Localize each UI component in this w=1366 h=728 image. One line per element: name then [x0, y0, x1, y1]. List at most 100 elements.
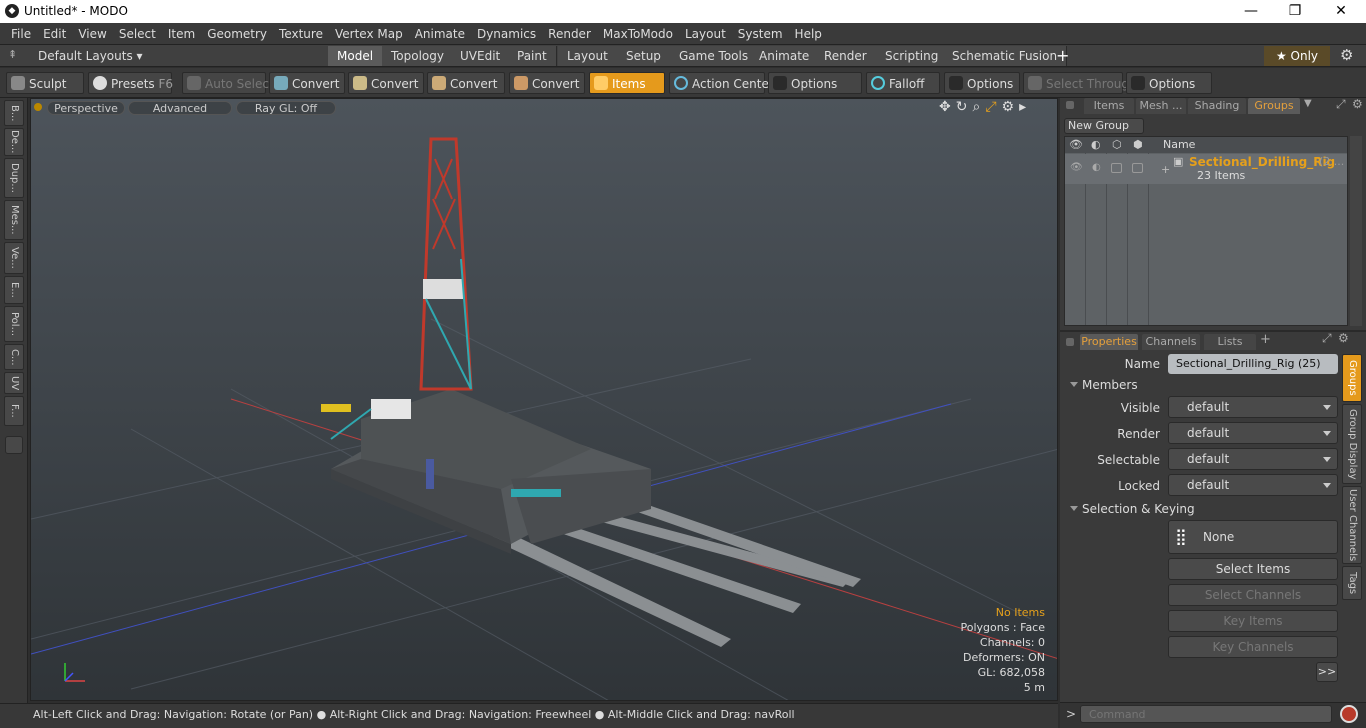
action-center-button[interactable]: Action Center [669, 72, 774, 94]
tab-items[interactable]: Items [1084, 98, 1134, 114]
tab-schematic-fusion[interactable]: Schematic Fusion [943, 46, 1068, 66]
tab-game-tools[interactable]: Game Tools [670, 46, 759, 66]
options-button-3[interactable]: Options [1126, 72, 1212, 94]
selectable-dropdown[interactable]: default [1168, 448, 1338, 470]
side-tab-groups[interactable]: Groups [1342, 354, 1362, 402]
tab-layout[interactable]: Layout [558, 46, 618, 66]
menu-texture[interactable]: Texture [273, 23, 329, 45]
only-toggle[interactable]: ★ Only [1264, 46, 1330, 66]
menu-select[interactable]: Select [113, 23, 162, 45]
items-button[interactable]: Items [589, 72, 665, 94]
menu-file[interactable]: File [5, 23, 37, 45]
left-tab-more-button[interactable] [5, 436, 23, 454]
layouts-dropdown[interactable]: Default Layouts ▾ [38, 45, 143, 67]
convert-button-3[interactable]: Convert [427, 72, 505, 94]
tab-mesh[interactable]: Mesh ... [1136, 98, 1186, 114]
tab-topology[interactable]: Topology [382, 46, 454, 66]
props-gear-icon[interactable]: ⚙ [1338, 331, 1349, 345]
menu-animate[interactable]: Animate [409, 23, 471, 45]
left-tab-mesh[interactable]: Mes... [4, 200, 24, 240]
tab-animate[interactable]: Animate [750, 46, 820, 66]
tab-setup[interactable]: Setup [617, 46, 671, 66]
lock-column-icon[interactable]: ⬡ [1112, 138, 1122, 151]
tab-dropdown-icon[interactable]: ▼ [1304, 98, 1312, 109]
tab-channels[interactable]: Channels [1142, 334, 1200, 350]
panel-gear-icon[interactable]: ⚙ [1352, 97, 1363, 111]
menu-vertex-map[interactable]: Vertex Map [329, 23, 409, 45]
select-through-button[interactable]: Select Through [1023, 72, 1137, 94]
props-maximize-icon[interactable]: ⤢ [1322, 331, 1332, 346]
key-channels-button[interactable]: Key Channels [1168, 636, 1338, 658]
left-tab-deform[interactable]: De... [4, 128, 24, 156]
groups-scrollbar[interactable] [1350, 136, 1362, 326]
more-button[interactable]: >> [1316, 662, 1338, 682]
menu-render[interactable]: Render [542, 23, 597, 45]
select-items-button[interactable]: Select Items [1168, 558, 1338, 580]
tab-groups[interactable]: Groups [1248, 98, 1300, 114]
side-tab-tags[interactable]: Tags [1342, 566, 1362, 600]
command-input[interactable] [1080, 705, 1332, 723]
menu-maxtomodo[interactable]: MaxToModo [597, 23, 679, 45]
auto-select-button[interactable]: Auto Select [182, 72, 274, 94]
menu-item[interactable]: Item [162, 23, 201, 45]
tab-shading[interactable]: Shading [1188, 98, 1246, 114]
selection-keying-section[interactable]: Selection & Keying [1064, 500, 1338, 518]
record-icon[interactable] [1340, 705, 1358, 723]
menu-system[interactable]: System [732, 23, 789, 45]
group-lock-checkbox[interactable] [1111, 163, 1122, 173]
select-channels-button[interactable]: Select Channels [1168, 584, 1338, 606]
tab-render[interactable]: Render [815, 46, 877, 66]
left-tab-vertex[interactable]: Ve... [4, 242, 24, 274]
options-button-2[interactable]: Options [944, 72, 1020, 94]
gear-icon[interactable]: ⚙ [1340, 46, 1353, 64]
name-field[interactable]: Sectional_Drilling_Rig (25) [1168, 354, 1338, 374]
maximize-button[interactable]: ❐ [1272, 0, 1318, 23]
tab-paint[interactable]: Paint [508, 46, 557, 66]
panel-menu-icon[interactable] [1066, 101, 1074, 109]
sculpt-button[interactable]: Sculpt [6, 72, 84, 94]
visibility-column-icon[interactable]: 👁 [1069, 138, 1083, 151]
none-button[interactable]: ⣿ None [1168, 520, 1338, 554]
add-tab-button[interactable]: + [1056, 45, 1069, 66]
tab-lists[interactable]: Lists [1204, 334, 1256, 350]
menu-dynamics[interactable]: Dynamics [471, 23, 542, 45]
select-column-icon[interactable]: ⬢ [1133, 138, 1143, 151]
menu-layout[interactable]: Layout [679, 23, 732, 45]
options-button-1[interactable]: Options [768, 72, 862, 94]
group-render-icon[interactable]: ◐ [1092, 162, 1101, 173]
add-props-tab-button[interactable]: + [1260, 332, 1271, 347]
left-tab-polygon[interactable]: Pol... [4, 306, 24, 342]
maximize-panel-icon[interactable]: ⤢ [1336, 97, 1346, 112]
menu-view[interactable]: View [72, 23, 112, 45]
convert-button-1[interactable]: Convert [269, 72, 345, 94]
side-tab-user-channels[interactable]: User Channels [1342, 486, 1362, 564]
left-tab-fusion[interactable]: F... [4, 396, 24, 426]
left-tab-curve[interactable]: C... [4, 344, 24, 370]
side-tab-group-display[interactable]: Group Display [1342, 404, 1362, 484]
tab-scripting[interactable]: Scripting [876, 46, 949, 66]
tab-properties[interactable]: Properties [1080, 334, 1138, 350]
props-menu-icon[interactable] [1066, 338, 1074, 346]
locked-dropdown[interactable]: default [1168, 474, 1338, 496]
group-visibility-icon[interactable]: 👁 [1070, 162, 1083, 173]
tab-model[interactable]: Model [328, 46, 384, 66]
render-dropdown[interactable]: default [1168, 422, 1338, 444]
falloff-button[interactable]: Falloff [866, 72, 940, 94]
members-section[interactable]: Members [1064, 376, 1338, 394]
left-tab-edge[interactable]: E... [4, 276, 24, 304]
group-row[interactable]: 👁 ◐ + ▣ Sectional_Drilling_Rig (2 ... 23… [1065, 154, 1347, 184]
menu-help[interactable]: Help [789, 23, 828, 45]
presets-button[interactable]: Presets F6 [88, 72, 173, 94]
expand-group-icon[interactable]: + [1161, 163, 1170, 176]
left-tab-uv[interactable]: UV [4, 372, 24, 394]
visible-dropdown[interactable]: default [1168, 396, 1338, 418]
minimize-button[interactable]: — [1228, 0, 1274, 23]
menu-geometry[interactable]: Geometry [201, 23, 273, 45]
render-column-icon[interactable]: ◐ [1091, 138, 1101, 151]
convert-button-4[interactable]: Convert [509, 72, 585, 94]
tab-uvedit[interactable]: UVEdit [451, 46, 511, 66]
3d-viewport[interactable]: Perspective Advanced Ray GL: Off ✥↻⌕⤢⚙▸ [30, 98, 1058, 701]
close-button[interactable]: ✕ [1318, 0, 1364, 23]
key-items-button[interactable]: Key Items [1168, 610, 1338, 632]
left-tab-basic[interactable]: B... [4, 100, 24, 126]
